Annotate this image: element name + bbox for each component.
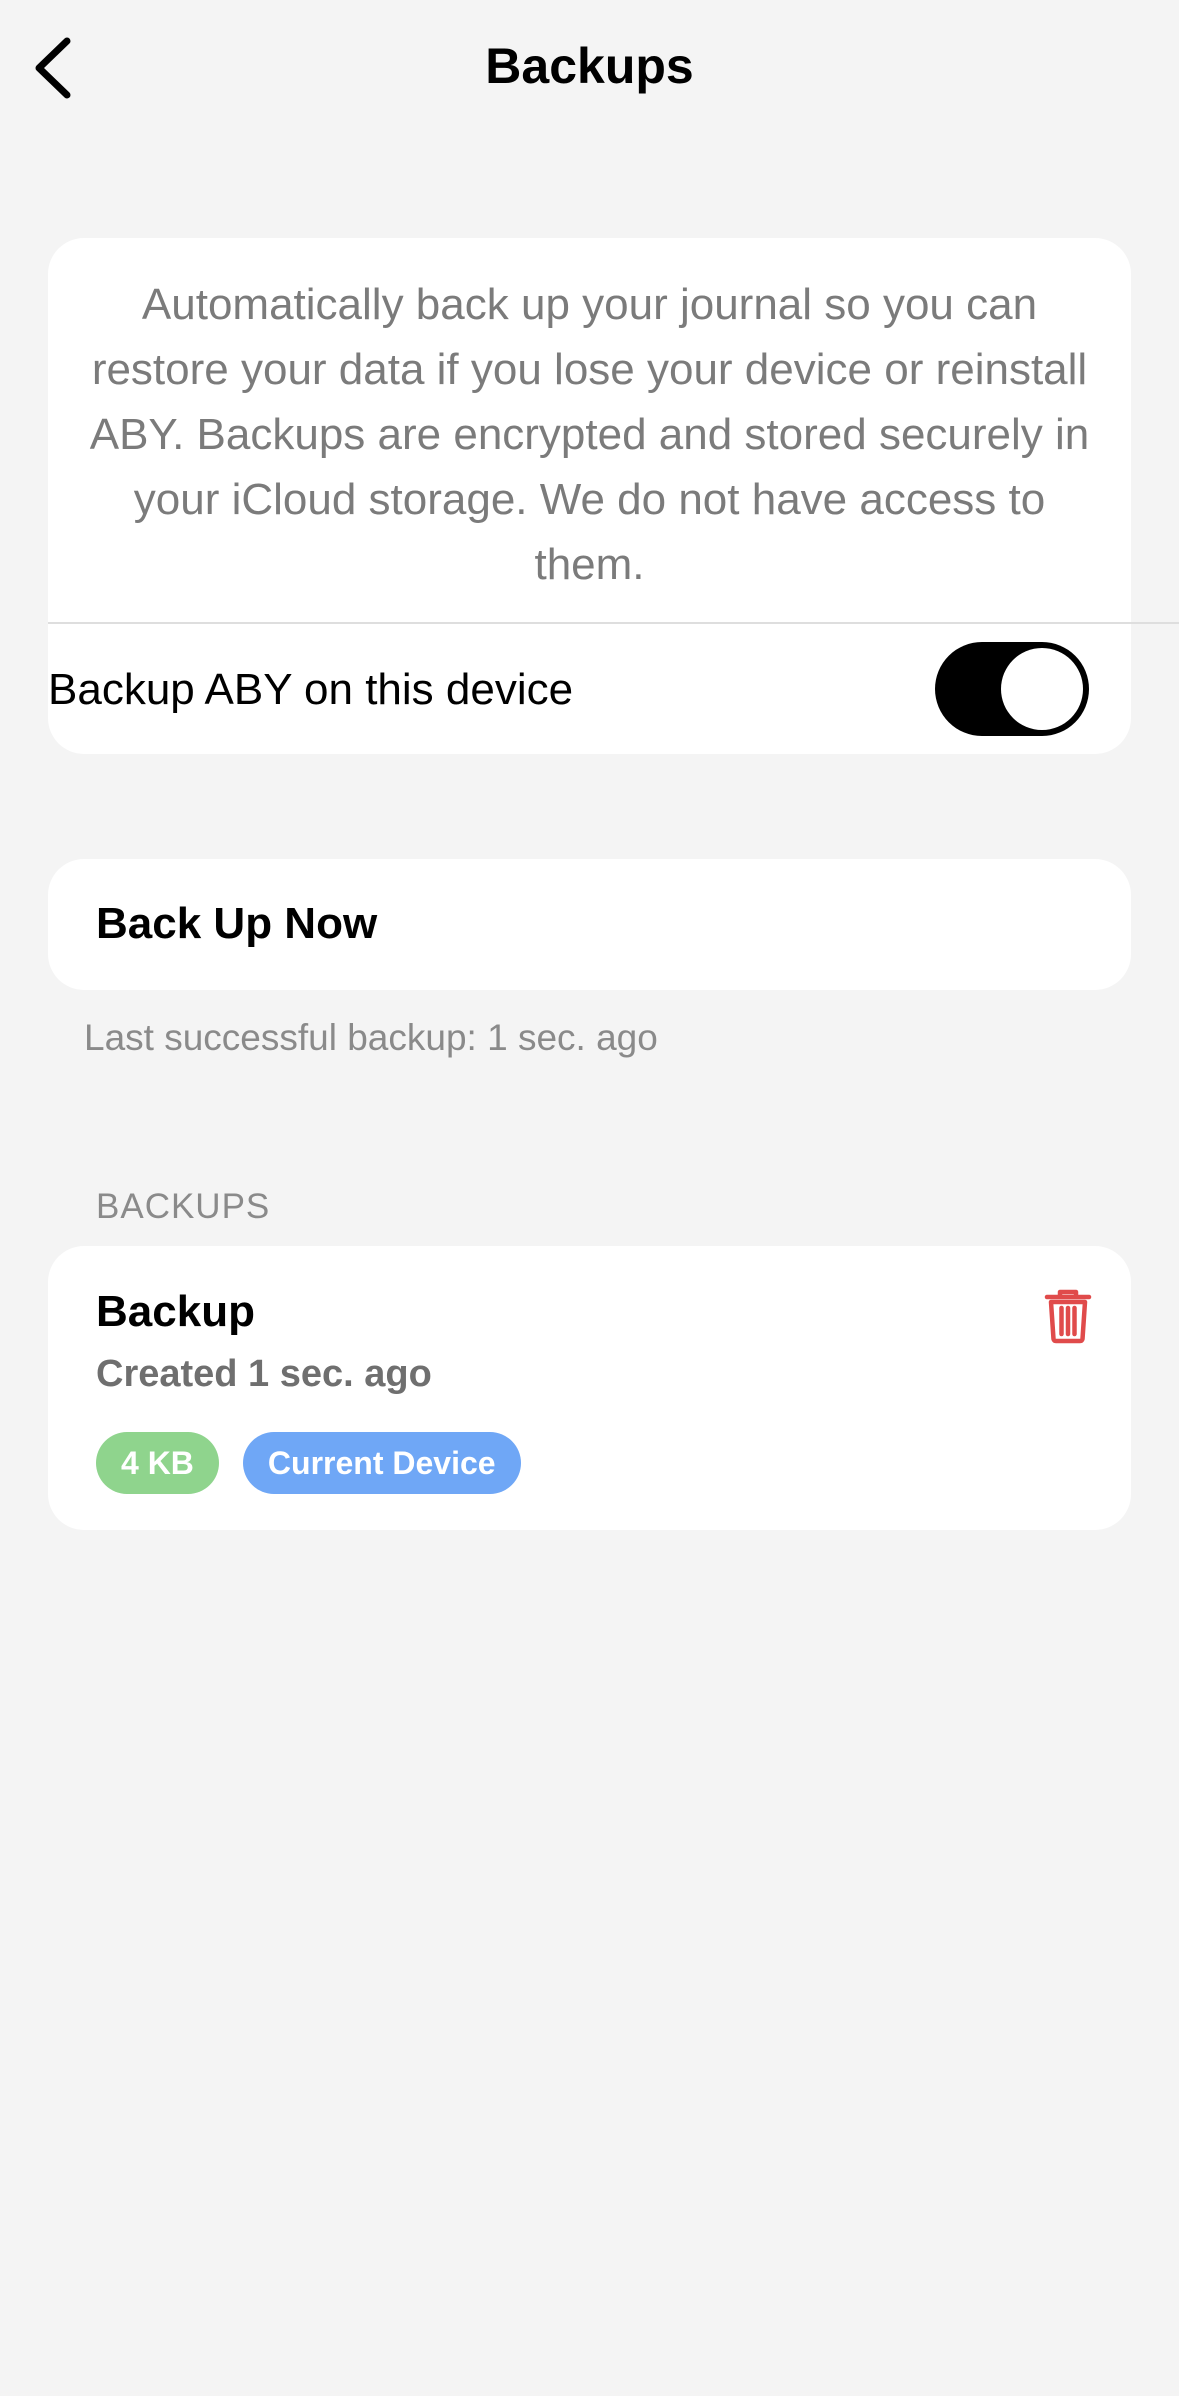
nav-header: Backups	[0, 0, 1179, 135]
backup-created-time: Created 1 sec. ago	[96, 1353, 432, 1395]
divider	[48, 622, 1179, 624]
backup-title: Backup	[96, 1287, 255, 1336]
backup-badges: 4 KB Current Device	[96, 1432, 521, 1494]
back-up-now-label: Back Up Now	[96, 899, 378, 948]
auto-backup-description: Automatically back up your journal so yo…	[89, 280, 1090, 589]
toggle-knob	[1001, 648, 1083, 730]
backup-toggle[interactable]	[935, 642, 1089, 736]
delete-backup-button[interactable]	[1028, 1276, 1108, 1356]
page-title: Backups	[485, 38, 694, 94]
backups-section-header: BACKUPS	[96, 1187, 271, 1226]
trash-icon	[1044, 1289, 1092, 1344]
device-badge: Current Device	[242, 1432, 521, 1494]
backup-toggle-label: Backup ABY on this device	[48, 665, 574, 714]
backup-list-item[interactable]: Backup Created 1 sec. ago 4 KB Current D…	[48, 1246, 1131, 1530]
last-backup-status: Last successful backup: 1 sec. ago	[84, 1017, 658, 1058]
size-badge: 4 KB	[96, 1432, 219, 1494]
back-up-now-button[interactable]: Back Up Now	[48, 859, 1131, 990]
